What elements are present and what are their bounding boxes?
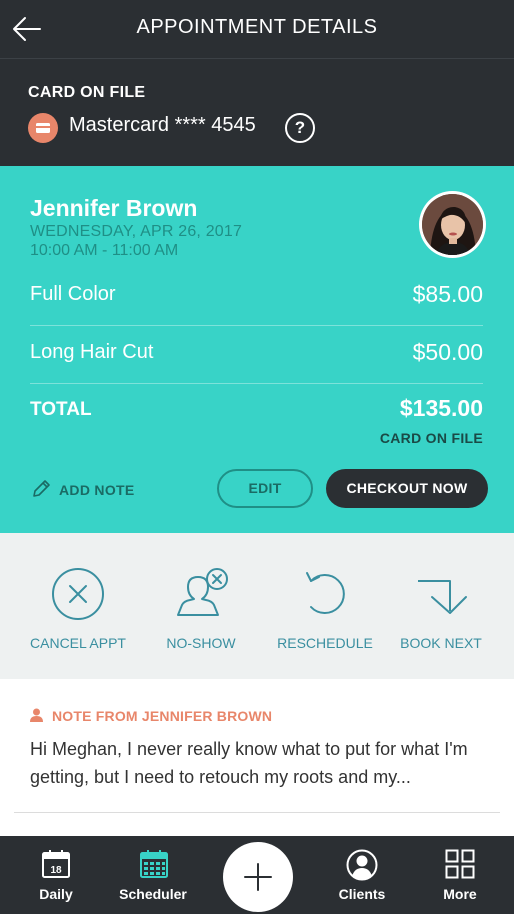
no-show-label: NO-SHOW — [166, 635, 236, 651]
cancel-appointment-button[interactable]: CANCEL APPT — [18, 533, 138, 679]
app-header: APPOINTMENT DETAILS — [0, 0, 514, 58]
grid-icon — [445, 849, 475, 879]
add-button[interactable] — [223, 842, 293, 912]
credit-card-icon — [28, 113, 58, 143]
service-price: $85.00 — [412, 281, 483, 307]
divider — [14, 812, 500, 813]
nav-scheduler-label: Scheduler — [119, 886, 187, 902]
appointment-summary: Jennifer Brown WEDNESDAY, APR 26, 2017 1… — [0, 166, 514, 533]
card-on-file-label: CARD ON FILE — [28, 84, 146, 101]
client-avatar[interactable] — [419, 191, 486, 258]
nav-scheduler[interactable]: Scheduler — [110, 836, 196, 914]
book-next-arrow-icon — [418, 580, 467, 614]
cancel-circle-icon — [52, 568, 104, 620]
avatar-photo — [422, 194, 483, 255]
page-title: APPOINTMENT DETAILS — [136, 16, 378, 38]
card-number: Mastercard **** 4545 — [69, 114, 256, 136]
plus-icon — [244, 863, 272, 891]
reschedule-button[interactable]: RESCHEDULE — [265, 533, 385, 679]
no-show-button[interactable]: NO-SHOW — [141, 533, 261, 679]
note-body: Hi Meghan, I never really know what to p… — [30, 739, 468, 787]
no-show-person-icon — [177, 568, 228, 616]
calendar-day-number: 18 — [50, 865, 62, 876]
nav-daily-label: Daily — [39, 886, 73, 902]
cancel-appt-label: CANCEL APPT — [30, 635, 126, 651]
payment-method-label: CARD ON FILE — [379, 430, 483, 446]
service-row: Full Color $85.00 — [30, 269, 483, 326]
checkout-now-button[interactable]: CHECKOUT NOW — [326, 469, 488, 508]
nav-more[interactable]: More — [420, 836, 500, 914]
service-price: $50.00 — [412, 339, 483, 365]
service-name: Full Color — [30, 283, 116, 305]
help-icon[interactable]: ? — [285, 113, 315, 143]
reschedule-arrow-icon — [306, 572, 345, 614]
appointment-time: 10:00 AM - 11:00 AM — [30, 242, 179, 259]
nav-clients-label: Clients — [338, 886, 386, 902]
edit-button[interactable]: EDIT — [217, 469, 313, 508]
clients-person-icon — [346, 849, 378, 881]
note-title: NOTE FROM JENNIFER BROWN — [52, 708, 273, 724]
appointment-date: WEDNESDAY, APR 26, 2017 — [30, 223, 243, 240]
client-note[interactable]: NOTE FROM JENNIFER BROWN Hi Meghan, I ne… — [0, 679, 514, 813]
total-value: $135.00 — [399, 395, 483, 421]
client-name: Jennifer Brown — [30, 195, 198, 221]
nav-clients[interactable]: Clients — [322, 836, 402, 914]
service-name: Long Hair Cut — [30, 341, 154, 363]
book-next-label: BOOK NEXT — [400, 635, 482, 651]
total-label: TOTAL — [30, 399, 92, 420]
appointment-actions: CANCEL APPT NO-SHOW RESCHEDULE BOOK NEXT — [0, 533, 514, 679]
scheduler-grid-icon — [140, 850, 168, 878]
nav-daily[interactable]: 18 Daily — [16, 836, 96, 914]
person-icon — [30, 708, 43, 722]
book-next-button[interactable]: BOOK NEXT — [381, 533, 501, 679]
nav-more-label: More — [443, 886, 477, 902]
pencil-icon — [33, 480, 50, 497]
service-row: Long Hair Cut $50.00 — [30, 327, 483, 384]
calendar-day-icon: 18 — [42, 850, 70, 878]
add-note-label: ADD NOTE — [59, 482, 135, 498]
card-on-file-section: CARD ON FILE Mastercard **** 4545 ? — [0, 59, 514, 166]
reschedule-label: RESCHEDULE — [277, 635, 373, 651]
